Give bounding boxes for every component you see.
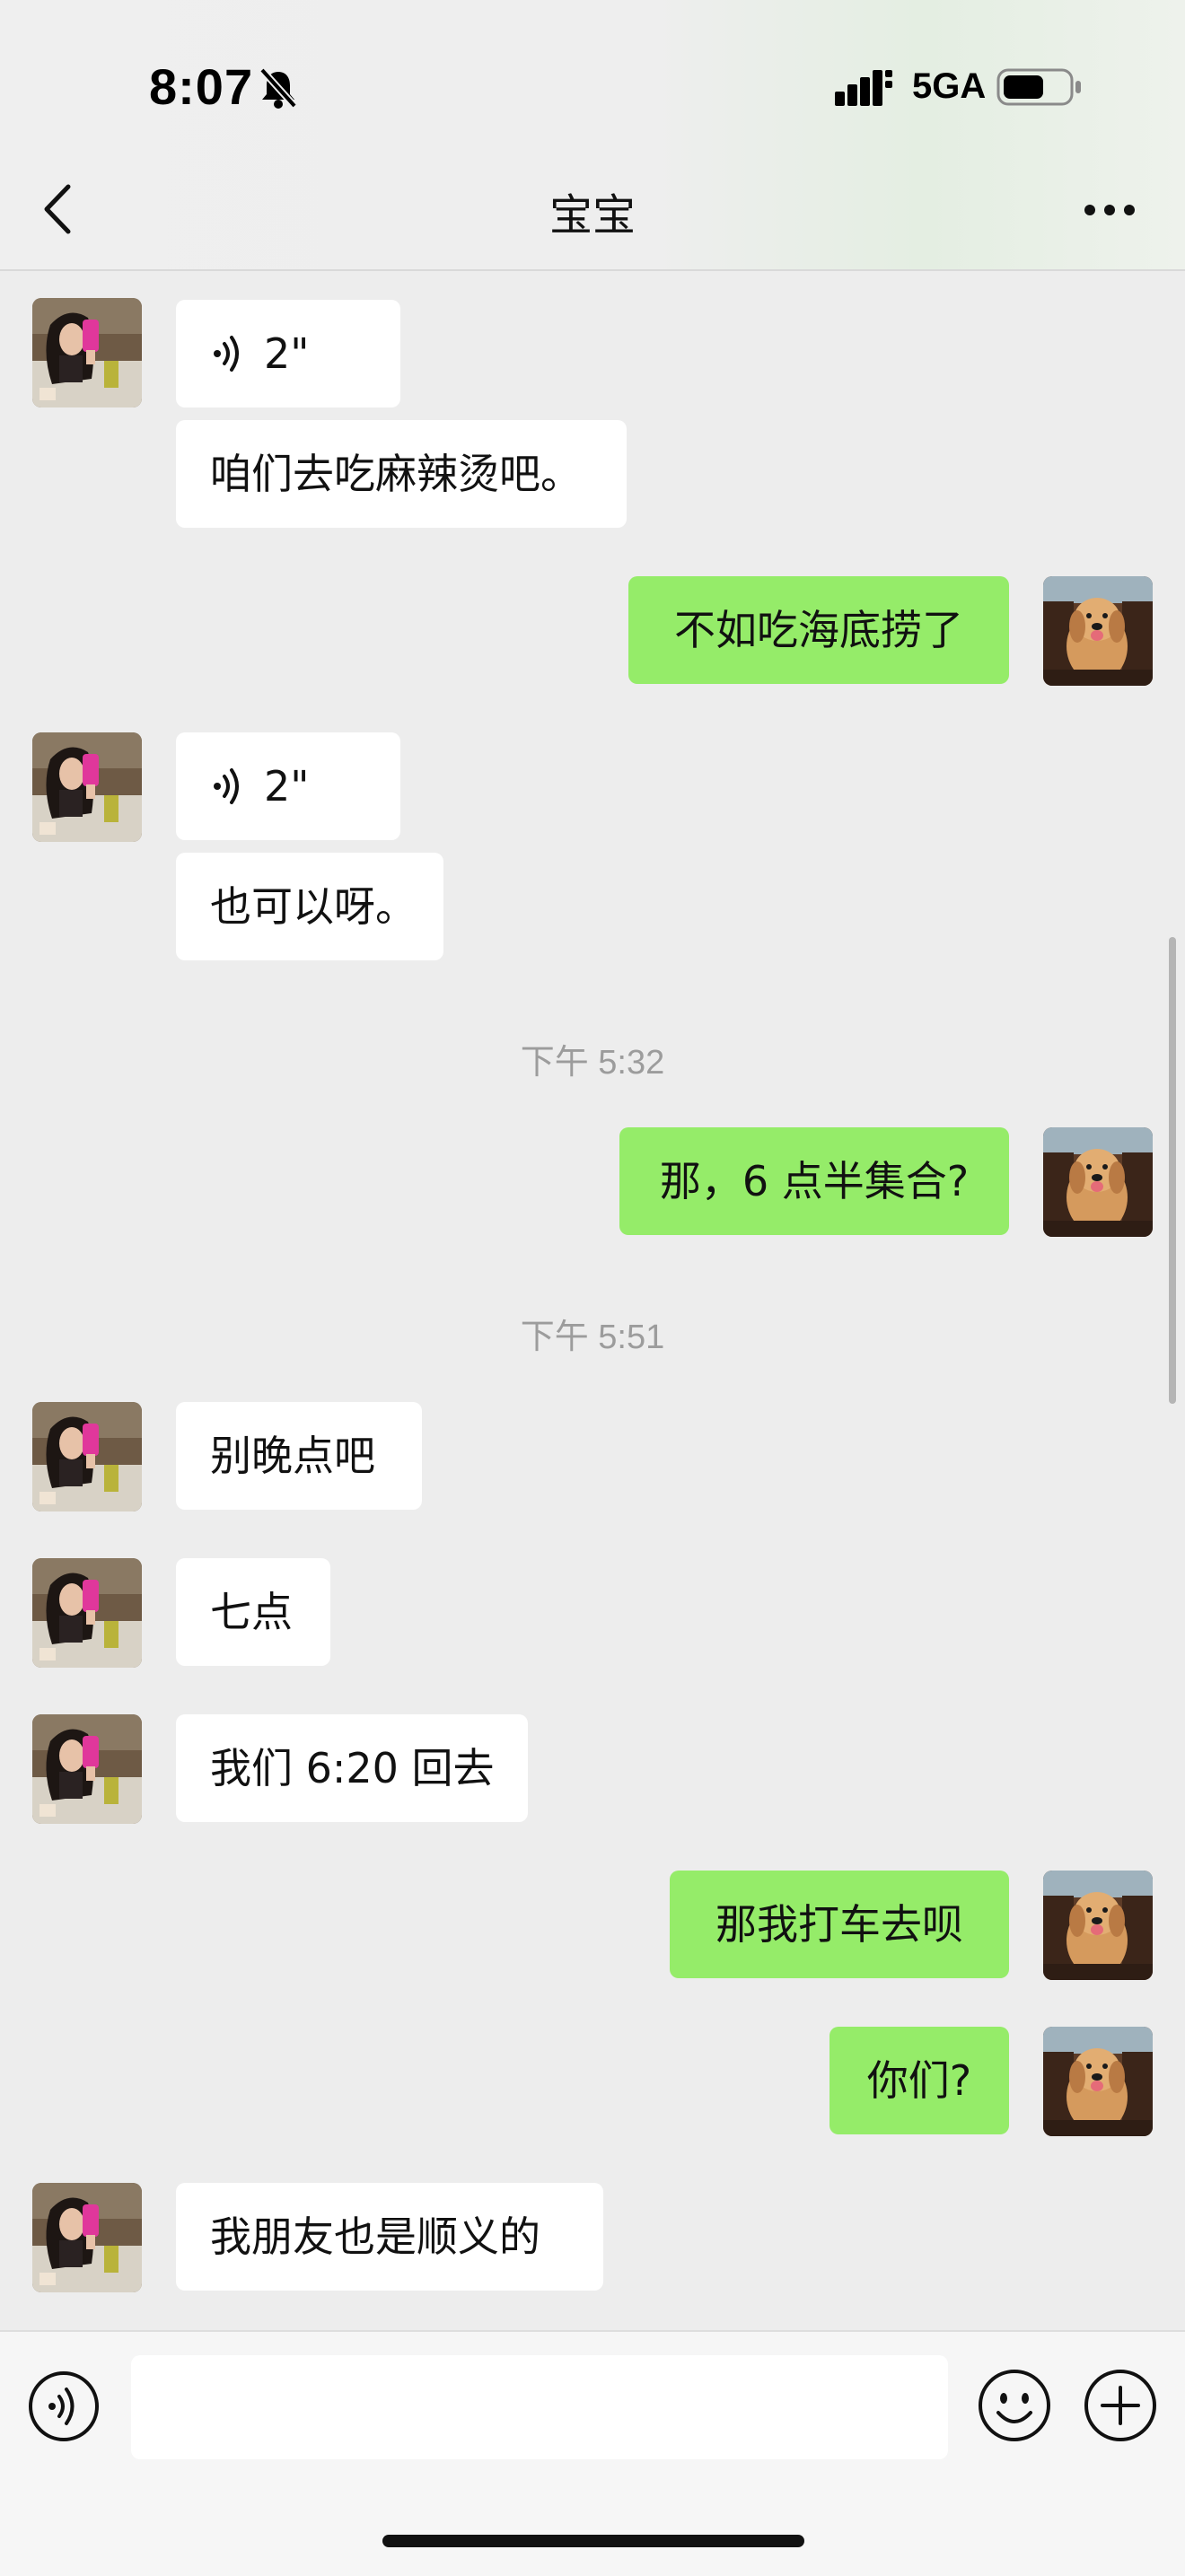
voice-message-bubble[interactable]: 2"	[176, 732, 400, 840]
my-avatar[interactable]	[1043, 1871, 1153, 1980]
outgoing-message-bubble[interactable]: 那我打车去呗	[670, 1871, 1009, 1978]
voice-wave-icon	[29, 2371, 99, 2441]
incoming-message-bubble[interactable]: 我朋友也是顺义的	[176, 2183, 603, 2291]
message-text: 咱们去吃麻辣烫吧。	[210, 450, 582, 498]
ellipsis-icon	[1084, 205, 1135, 215]
my-avatar[interactable]	[1043, 576, 1153, 686]
voice-input-button[interactable]	[27, 2370, 101, 2443]
status-time: 8:07	[149, 58, 254, 115]
network-type: 5GA	[912, 66, 987, 106]
contact-avatar[interactable]	[32, 1558, 142, 1668]
message-text: 别晚点吧	[210, 1432, 375, 1480]
outgoing-message-bubble[interactable]: 你们?	[830, 2027, 1009, 2134]
message-text: 不如吃海底捞了	[674, 606, 963, 654]
message-text: 我们 6:20 回去	[210, 1744, 495, 1792]
home-indicator[interactable]	[382, 2535, 804, 2547]
signal-bars-icon	[835, 68, 894, 106]
plus-button[interactable]	[1083, 2368, 1158, 2443]
message-input[interactable]	[131, 2355, 948, 2459]
voice-message-bubble[interactable]: 2"	[176, 300, 400, 407]
battery-icon	[996, 68, 1083, 106]
plus-circle-icon	[1084, 2370, 1156, 2441]
voice-duration: 2"	[264, 329, 310, 378]
contact-avatar[interactable]	[32, 2183, 142, 2292]
contact-avatar[interactable]	[32, 732, 142, 842]
chat-title: 宝宝	[549, 190, 636, 241]
voice-wave-icon	[214, 768, 239, 804]
emoji-button[interactable]	[977, 2368, 1052, 2443]
incoming-message-bubble[interactable]: 咱们去吃麻辣烫吧。	[176, 420, 627, 528]
message-text: 七点	[210, 1588, 293, 1636]
my-avatar[interactable]	[1043, 1127, 1153, 1237]
message-text: 你们?	[866, 2056, 972, 2105]
incoming-message-bubble[interactable]: 我们 6:20 回去	[176, 1714, 528, 1822]
bell-slash-icon	[259, 66, 298, 110]
more-button[interactable]	[1074, 192, 1146, 228]
message-text: 也可以呀。	[210, 882, 417, 931]
scrollbar[interactable]	[1169, 937, 1176, 1404]
outgoing-message-bubble[interactable]: 不如吃海底捞了	[628, 576, 1009, 684]
timestamp: 下午 5:51	[520, 1319, 665, 1356]
timestamp: 下午 5:32	[520, 1044, 665, 1082]
message-text: 那，6 点半集合?	[659, 1157, 970, 1205]
my-avatar[interactable]	[1043, 2027, 1153, 2136]
message-text: 我朋友也是顺义的	[210, 2212, 540, 2261]
outgoing-message-bubble[interactable]: 那，6 点半集合?	[619, 1127, 1009, 1235]
incoming-message-bubble[interactable]: 七点	[176, 1558, 330, 1666]
incoming-message-bubble[interactable]: 别晚点吧	[176, 1402, 422, 1510]
contact-avatar[interactable]	[32, 298, 142, 407]
message-text: 那我打车去呗	[715, 1900, 963, 1949]
incoming-message-bubble[interactable]: 也可以呀。	[176, 853, 443, 960]
contact-avatar[interactable]	[32, 1402, 142, 1511]
voice-duration: 2"	[264, 762, 310, 810]
voice-wave-icon	[214, 336, 239, 372]
top-bar: 8:07 5GA 宝宝	[0, 0, 1185, 271]
contact-avatar[interactable]	[32, 1714, 142, 1824]
smiley-icon	[979, 2370, 1050, 2441]
